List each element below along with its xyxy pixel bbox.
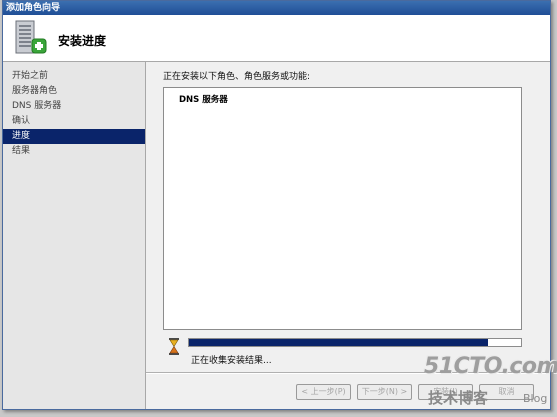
sidebar-item-dns-server[interactable]: DNS 服务器 <box>3 99 145 114</box>
sidebar-item-progress[interactable]: 进度 <box>3 129 145 144</box>
wizard-sidebar: 开始之前 服务器角色 DNS 服务器 确认 进度 结果 <box>3 62 146 409</box>
sidebar-item-before-you-begin[interactable]: 开始之前 <box>3 69 145 84</box>
wizard-header: 安装进度 <box>3 15 550 62</box>
list-item: DNS 服务器 <box>179 95 228 105</box>
footer-divider <box>146 372 550 374</box>
instruction-label: 正在安装以下角色、角色服务或功能: <box>163 72 311 82</box>
install-progress-bar <box>188 338 522 347</box>
cancel-button[interactable]: 取消 <box>479 384 534 400</box>
previous-button[interactable]: < 上一步(P) <box>296 384 351 400</box>
sidebar-item-server-roles[interactable]: 服务器角色 <box>3 84 145 99</box>
next-button[interactable]: 下一步(N) > <box>357 384 412 400</box>
server-add-role-icon <box>15 20 47 54</box>
progress-fill <box>189 339 488 346</box>
hourglass-icon <box>169 338 179 355</box>
wizard-window: 添加角色向导 安装进度 开始之前 服务器角色 DNS 服务器 确认 进度 结果 … <box>2 0 551 410</box>
sidebar-item-results[interactable]: 结果 <box>3 144 145 159</box>
wizard-content: 正在安装以下角色、角色服务或功能: DNS 服务器 正在收集安装结果... < … <box>146 62 550 409</box>
install-button[interactable]: 安装(I) <box>418 384 473 400</box>
page-title: 安装进度 <box>58 34 107 48</box>
status-text: 正在收集安装结果... <box>191 356 272 366</box>
sidebar-item-confirmation[interactable]: 确认 <box>3 114 145 129</box>
installing-items-list[interactable]: DNS 服务器 <box>163 87 522 330</box>
window-title: 添加角色向导 <box>3 1 550 15</box>
